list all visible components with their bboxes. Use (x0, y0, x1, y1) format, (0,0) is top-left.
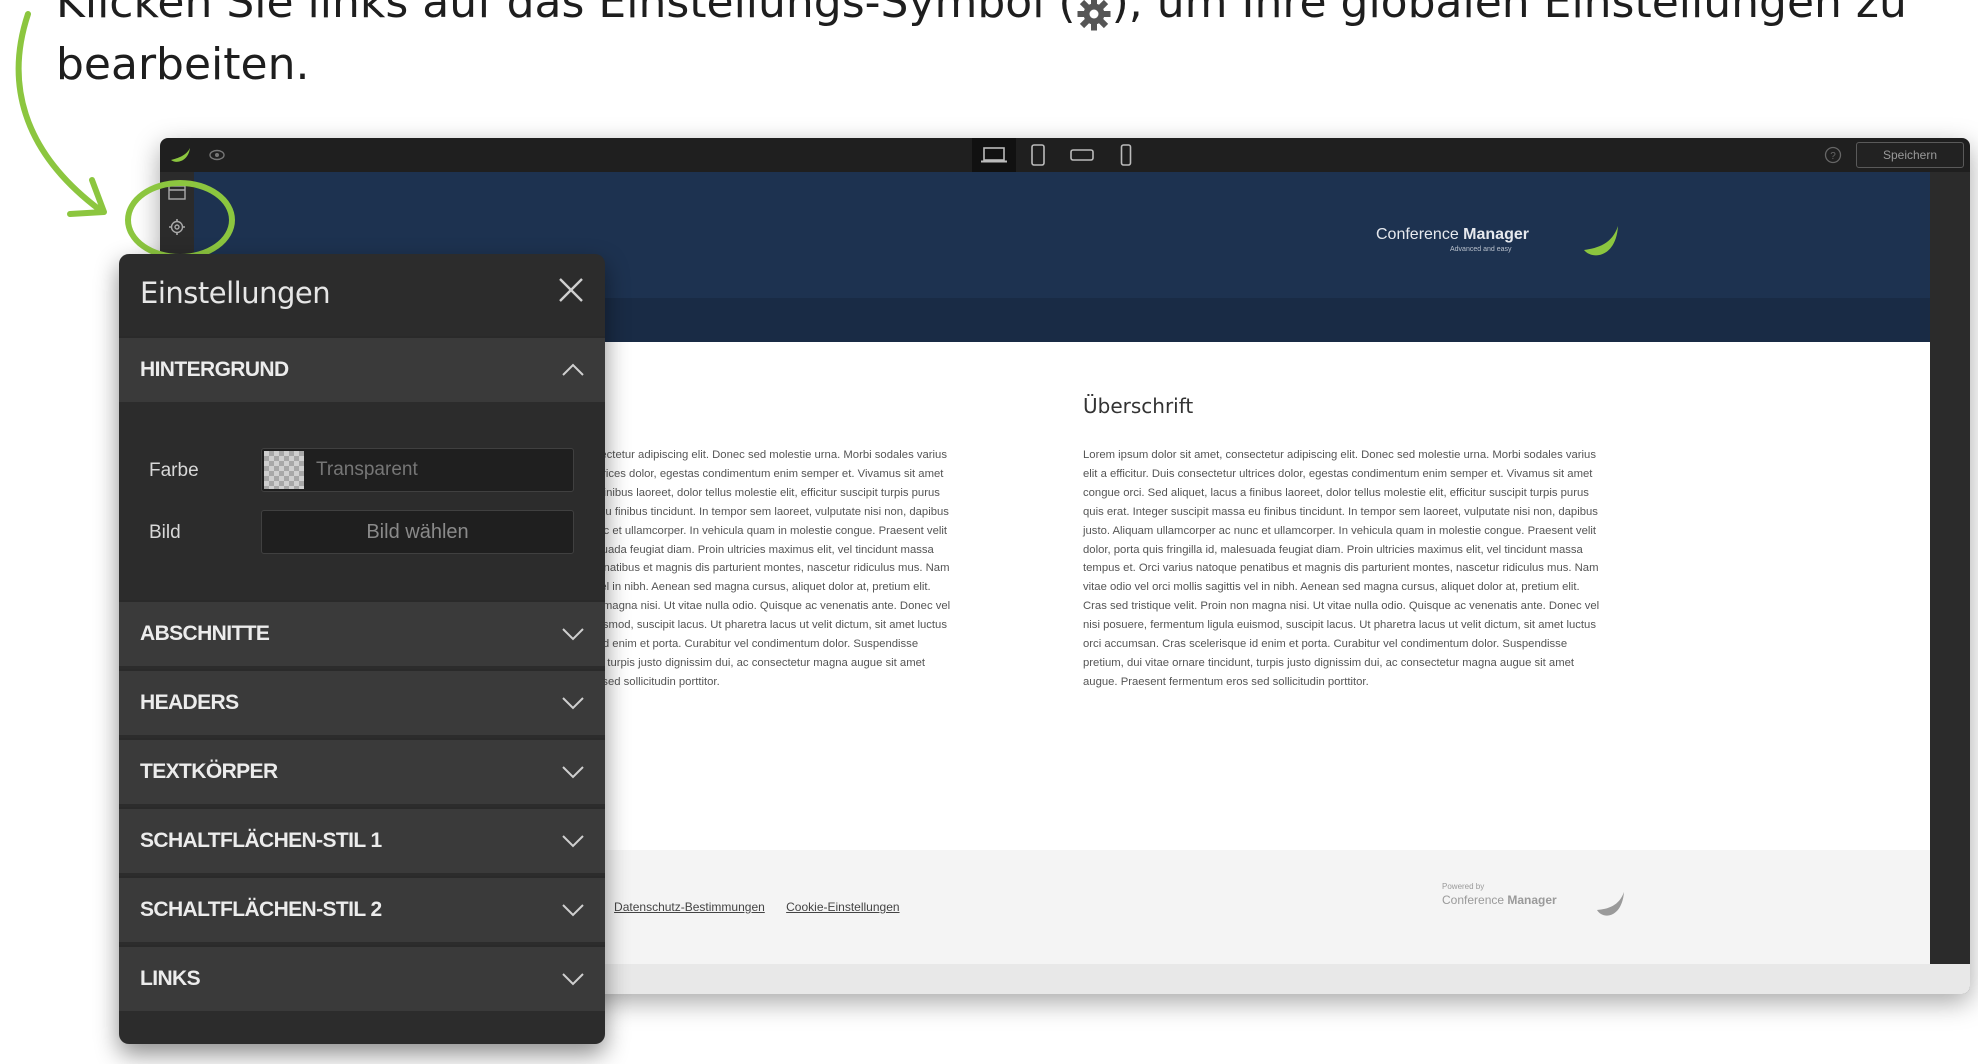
svg-text:?: ? (1830, 151, 1836, 162)
column-2-heading: Überschrift (1083, 394, 1194, 418)
eye-icon[interactable] (208, 147, 226, 163)
brand-name-light: Conference (1376, 226, 1464, 243)
powered-by-label: Powered by (1442, 882, 1485, 891)
column-2-body: Lorem ipsum dolor sit amet, consectetur … (1083, 449, 1600, 688)
footer-link-cookies[interactable]: Cookie-Einstellungen (786, 900, 899, 914)
chevron-down-icon (562, 835, 584, 848)
section-label: TEXTKÖRPER (140, 760, 278, 783)
instruction-text: Klicken Sie links auf das Einstellungs-S… (56, 0, 1956, 96)
chevron-up-icon (562, 363, 584, 376)
section-headers[interactable]: HEADERS (119, 669, 605, 735)
choose-image-button[interactable]: Bild wählen (261, 510, 574, 554)
section-links[interactable]: LINKS (119, 945, 605, 1011)
background-settings: Farbe Transparent Bild Bild wählen (119, 402, 605, 600)
section-abschnitte[interactable]: ABSCHNITTE (119, 600, 605, 666)
chevron-down-icon (562, 628, 584, 641)
brand-logo-text: Conference Manager Advanced and easy (1376, 226, 1529, 253)
color-field[interactable]: Transparent (261, 448, 574, 492)
section-label: ABSCHNITTE (140, 622, 270, 645)
section-button-style-1[interactable]: SCHALTFLÄCHEN-STIL 1 (119, 807, 605, 873)
settings-panel: Einstellungen HINTERGRUND Farbe Transpar… (119, 254, 605, 1044)
section-label: SCHALTFLÄCHEN-STIL 2 (140, 898, 382, 921)
section-textkoerper[interactable]: TEXTKÖRPER (119, 738, 605, 804)
color-label: Farbe (149, 460, 199, 481)
powered-brand-bold: Manager (1507, 893, 1557, 907)
tablet-icon[interactable] (1016, 138, 1060, 172)
section-hintergrund[interactable]: HINTERGRUND (119, 336, 605, 402)
color-value: Transparent (316, 459, 418, 480)
laptop-icon[interactable] (972, 138, 1016, 172)
chevron-down-icon (562, 766, 584, 779)
powered-brand-light: Conference (1442, 893, 1508, 907)
section-label: LINKS (140, 967, 201, 990)
chevron-down-icon (562, 904, 584, 917)
chevron-down-icon (562, 973, 584, 986)
content-column-2: Überschrift Lorem ipsum dolor sit amet, … (1083, 394, 1603, 692)
brand-name-bold: Manager (1463, 226, 1529, 243)
close-icon[interactable] (557, 276, 585, 304)
transparent-swatch[interactable] (264, 451, 304, 489)
chevron-down-icon (562, 697, 584, 710)
topbar: ? Speichern (160, 138, 1970, 172)
phone-icon[interactable] (1104, 138, 1148, 172)
image-label: Bild (149, 522, 181, 543)
section-label: HEADERS (140, 691, 239, 714)
device-switcher (972, 138, 1148, 172)
powered-leaf-icon (1597, 892, 1624, 916)
section-button-style-2[interactable]: SCHALTFLÄCHEN-STIL 2 (119, 876, 605, 942)
section-label: SCHALTFLÄCHEN-STIL 1 (140, 829, 382, 852)
right-panel-strip (1930, 172, 1970, 994)
help-icon[interactable]: ? (1824, 146, 1842, 164)
instruction-before: Klicken Sie links auf das Einstellungs-S… (56, 0, 1076, 28)
section-label: HINTERGRUND (140, 358, 289, 381)
panel-title: Einstellungen (140, 276, 331, 310)
footer-link-privacy[interactable]: Datenschutz-Bestimmungen (614, 900, 765, 914)
brand-leaf-icon (1584, 226, 1618, 256)
tablet-landscape-icon[interactable] (1060, 138, 1104, 172)
brand-tagline: Advanced and easy (1450, 246, 1512, 253)
powered-by-logo: Powered by Conference Manager (1442, 882, 1557, 907)
leaf-logo-icon[interactable] (168, 142, 194, 168)
save-button[interactable]: Speichern (1856, 142, 1964, 168)
highlight-circle (125, 180, 235, 260)
gear-icon (1076, 0, 1112, 31)
